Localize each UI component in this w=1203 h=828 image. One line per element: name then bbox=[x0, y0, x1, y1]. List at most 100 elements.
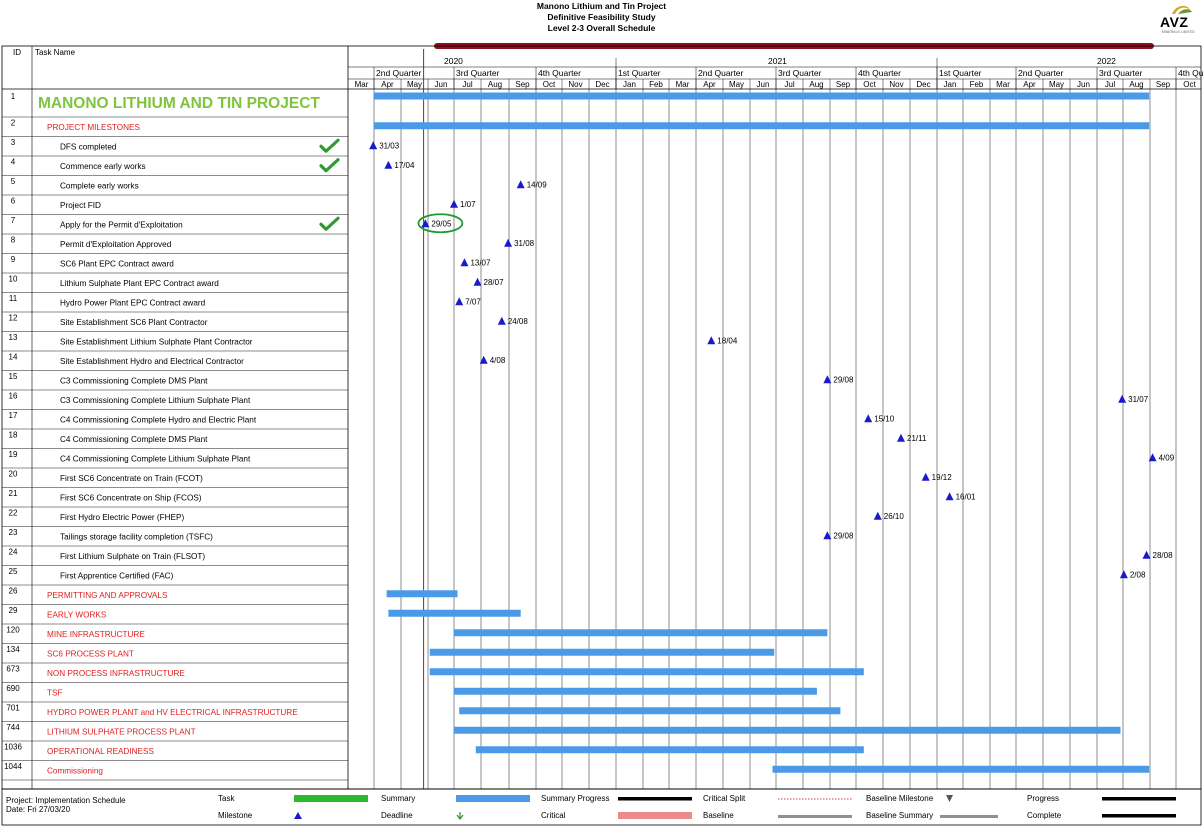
task-name: OPERATIONAL READINESS bbox=[47, 747, 154, 756]
summary-bar bbox=[459, 707, 841, 715]
milestone-date-label: 19/12 bbox=[932, 473, 953, 482]
row-id: 7 bbox=[11, 216, 16, 225]
summary-bar bbox=[386, 590, 458, 598]
row-id: 16 bbox=[9, 391, 18, 400]
milestone-date-label: 31/03 bbox=[379, 141, 400, 150]
quarter-label: 4th Quarter bbox=[858, 68, 901, 78]
legend-swatch-summary bbox=[456, 795, 530, 802]
month-label: Oct bbox=[1183, 80, 1196, 89]
row-id: 12 bbox=[9, 313, 18, 322]
row-id: 690 bbox=[6, 684, 20, 693]
month-label: Jan bbox=[623, 80, 636, 89]
task-name: Commissioning bbox=[47, 766, 103, 775]
task-name: NON PROCESS INFRASTRUCTURE bbox=[47, 669, 185, 678]
milestone-date-label: 29/08 bbox=[833, 531, 854, 540]
month-label: Oct bbox=[863, 80, 876, 89]
month-label: Nov bbox=[568, 80, 582, 89]
month-label: Sep bbox=[1156, 80, 1171, 89]
legend-swatch-deadline bbox=[456, 812, 464, 820]
summary-bar bbox=[454, 687, 817, 695]
milestone-date-label: 7/07 bbox=[465, 297, 481, 306]
row-id: 4 bbox=[11, 157, 16, 166]
milestone-date-label: 1/07 bbox=[460, 200, 476, 209]
row-id: 5 bbox=[11, 177, 16, 186]
summary-bar bbox=[429, 648, 775, 656]
milestone-marker bbox=[1119, 570, 1128, 579]
milestone-date-label: 29/05 bbox=[431, 219, 452, 228]
legend-label: Baseline Milestone bbox=[866, 794, 934, 803]
month-label: Jul bbox=[462, 80, 472, 89]
summary-bar bbox=[429, 668, 864, 676]
milestone-date-label: 2/08 bbox=[1130, 570, 1146, 579]
milestone-marker bbox=[473, 277, 482, 286]
row-id: 120 bbox=[6, 625, 20, 634]
month-label: Jan bbox=[944, 80, 957, 89]
month-label: Nov bbox=[889, 80, 903, 89]
row-id: 13 bbox=[9, 333, 18, 342]
month-label: Dec bbox=[595, 80, 609, 89]
milestone-marker bbox=[864, 414, 873, 423]
quarter-label: 2nd Quarter bbox=[1018, 68, 1064, 78]
task-name: PERMITTING AND APPROVALS bbox=[47, 591, 168, 600]
row-id: 1044 bbox=[4, 762, 22, 771]
milestone-date-label: 28/08 bbox=[1153, 551, 1174, 560]
footer-date-label: Date: Fri 27/03/20 bbox=[6, 805, 71, 814]
complete-check-icon bbox=[319, 138, 340, 153]
row-id: 29 bbox=[9, 606, 18, 615]
legend-label: Deadline bbox=[381, 811, 413, 820]
month-label: May bbox=[729, 80, 744, 89]
quarter-label: 1st Quarter bbox=[939, 68, 982, 78]
month-label: Dec bbox=[916, 80, 930, 89]
quarter-label: 4th Qu bbox=[1178, 68, 1203, 78]
row-id: 19 bbox=[9, 450, 18, 459]
task-name: DFS completed bbox=[60, 142, 117, 151]
legend-swatch-baseline bbox=[778, 815, 852, 818]
quarter-label: 4th Quarter bbox=[538, 68, 581, 78]
milestone-date-label: 29/08 bbox=[833, 375, 854, 384]
legend-swatch-task bbox=[294, 795, 368, 802]
quarter-label: 2nd Quarter bbox=[376, 68, 422, 78]
month-label: Apr bbox=[1023, 80, 1036, 89]
milestone-marker bbox=[945, 492, 954, 501]
row-id: 21 bbox=[9, 489, 18, 498]
row-id: 15 bbox=[9, 372, 18, 381]
legend-label: Summary bbox=[381, 794, 416, 803]
task-name: Site Establishment Lithium Sulphate Plan… bbox=[60, 337, 253, 346]
task-name: C3 Commissioning Complete DMS Plant bbox=[60, 376, 208, 385]
milestone-marker bbox=[873, 511, 882, 520]
summary-bar bbox=[454, 629, 828, 637]
task-name: MANONO LITHIUM AND TIN PROJECT bbox=[38, 95, 320, 112]
milestone-date-label: 16/01 bbox=[956, 492, 977, 501]
quarter-label: 3rd Quarter bbox=[1099, 68, 1143, 78]
task-name: Complete early works bbox=[60, 181, 139, 190]
row-id: 26 bbox=[9, 586, 18, 595]
task-name: SC6 Plant EPC Contract award bbox=[60, 259, 174, 268]
row-id: 14 bbox=[9, 352, 18, 361]
legend-swatch-baseline-summary bbox=[940, 815, 998, 818]
task-name: MINE INFRASTRUCTURE bbox=[47, 630, 145, 639]
task-name: Hydro Power Plant EPC Contract award bbox=[60, 298, 206, 307]
milestone-date-label: 13/07 bbox=[470, 258, 491, 267]
milestone-marker bbox=[921, 472, 930, 481]
row-id: 3 bbox=[11, 138, 16, 147]
row-id: 17 bbox=[9, 411, 18, 420]
month-label: Apr bbox=[703, 80, 716, 89]
row-id: 1036 bbox=[4, 742, 22, 751]
row-id: 23 bbox=[9, 528, 18, 537]
month-label: Sep bbox=[515, 80, 530, 89]
legend-label: Complete bbox=[1027, 811, 1062, 820]
month-label: Jul bbox=[784, 80, 794, 89]
milestone-date-label: 4/08 bbox=[490, 356, 506, 365]
row-id: 701 bbox=[6, 703, 20, 712]
milestone-date-label: 4/09 bbox=[1159, 453, 1175, 462]
milestone-date-label: 17/04 bbox=[394, 161, 415, 170]
row-id: 10 bbox=[9, 274, 18, 283]
row-id: 134 bbox=[6, 645, 20, 654]
task-name: First Apprentice Certified (FAC) bbox=[60, 571, 174, 580]
milestone-marker bbox=[369, 141, 378, 150]
task-name: C4 Commissioning Complete DMS Plant bbox=[60, 435, 208, 444]
legend-label: Milestone bbox=[218, 811, 253, 820]
milestone-date-label: 21/11 bbox=[907, 434, 927, 443]
summary-bar bbox=[374, 122, 1150, 130]
legend-label: Critical Split bbox=[703, 794, 746, 803]
